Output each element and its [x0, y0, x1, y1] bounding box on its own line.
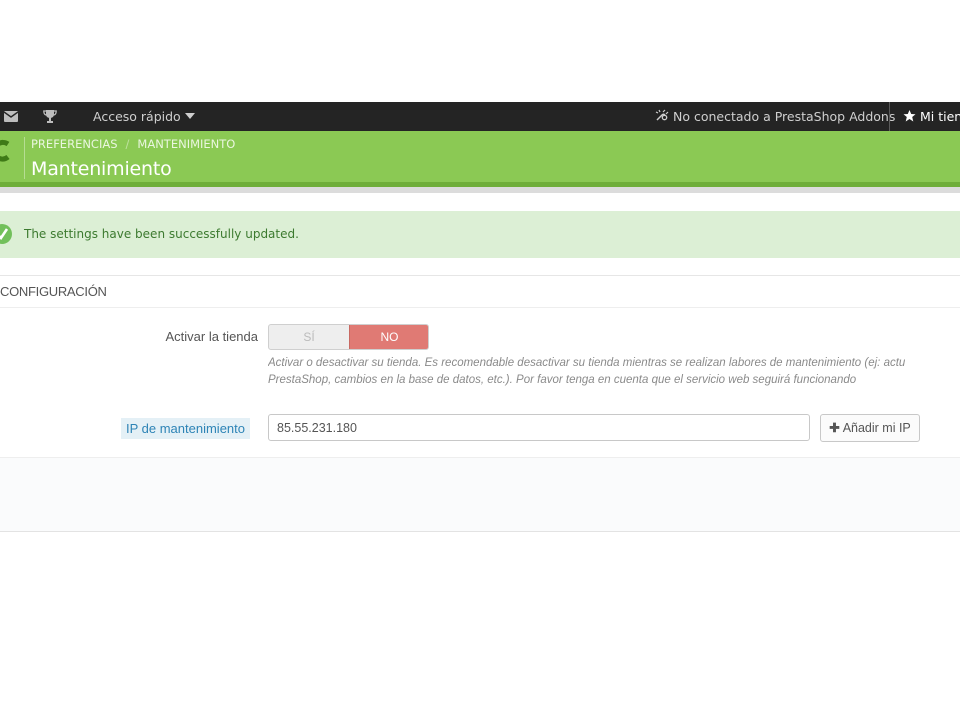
- breadcrumb-item-maintenance[interactable]: MANTENIMIENTO: [137, 137, 235, 151]
- breadcrumb-separator: /: [125, 137, 130, 151]
- header-divider: [24, 137, 25, 179]
- check-circle-icon: [0, 222, 12, 246]
- panel-heading: CONFIGURACIÓN: [0, 276, 960, 308]
- envelope-icon[interactable]: [4, 108, 18, 124]
- header-shadow-line: [0, 187, 960, 193]
- addons-connection-link[interactable]: No conectado a PrestaShop Addons: [655, 102, 895, 131]
- top-nav-bar: Acceso rápido No conectado a PrestaShop …: [0, 102, 960, 131]
- help-line-2: PrestaShop, cambios en la base de datos,…: [268, 374, 857, 386]
- maintenance-wrench-icon: [0, 139, 12, 165]
- panel-heading-title: CONFIGURACIÓN: [0, 284, 107, 299]
- add-my-ip-button[interactable]: ✚ Añadir mi IP: [820, 414, 920, 442]
- switch-option-yes[interactable]: SÍ: [269, 325, 349, 349]
- trophy-icon[interactable]: [43, 108, 57, 124]
- switch-option-no[interactable]: NO: [349, 325, 428, 349]
- page-title: Mantenimiento: [31, 158, 172, 180]
- quick-access-label: Acceso rápido: [93, 109, 181, 124]
- addons-unplug-icon: [655, 109, 669, 121]
- addons-status-text: No conectado a PrestaShop Addons: [672, 109, 896, 124]
- panel-footer: [0, 457, 960, 531]
- my-store-link[interactable]: Mi tienda: [889, 102, 960, 131]
- maintenance-ip-label[interactable]: IP de mantenimiento: [121, 418, 250, 439]
- maintenance-ip-input[interactable]: [268, 414, 810, 441]
- shop-enable-switch[interactable]: SÍ NO: [268, 324, 429, 350]
- breadcrumb: PREFERENCIAS / MANTENIMIENTO: [31, 137, 235, 151]
- my-store-label: Mi tienda: [919, 109, 960, 124]
- success-message: The settings have been successfully upda…: [24, 227, 299, 241]
- shop-enable-help-text: Activar o desactivar su tienda. Es recom…: [268, 355, 960, 389]
- configuration-panel: CONFIGURACIÓN Activar la tienda SÍ NO Ac…: [0, 275, 960, 532]
- shop-enable-label: Activar la tienda: [165, 329, 259, 344]
- quick-access-menu[interactable]: Acceso rápido: [93, 102, 195, 131]
- help-line-1: Activar o desactivar su tienda. Es recom…: [268, 357, 906, 369]
- breadcrumb-item-preferences[interactable]: PREFERENCIAS: [31, 137, 118, 151]
- star-icon: [903, 109, 920, 124]
- success-alert: The settings have been successfully upda…: [0, 211, 960, 258]
- page-header: PREFERENCIAS / MANTENIMIENTO Mantenimiento: [0, 131, 960, 182]
- add-my-ip-label: Añadir mi IP: [842, 421, 911, 435]
- plus-icon: ✚: [829, 421, 840, 435]
- caret-down-icon: [184, 113, 195, 119]
